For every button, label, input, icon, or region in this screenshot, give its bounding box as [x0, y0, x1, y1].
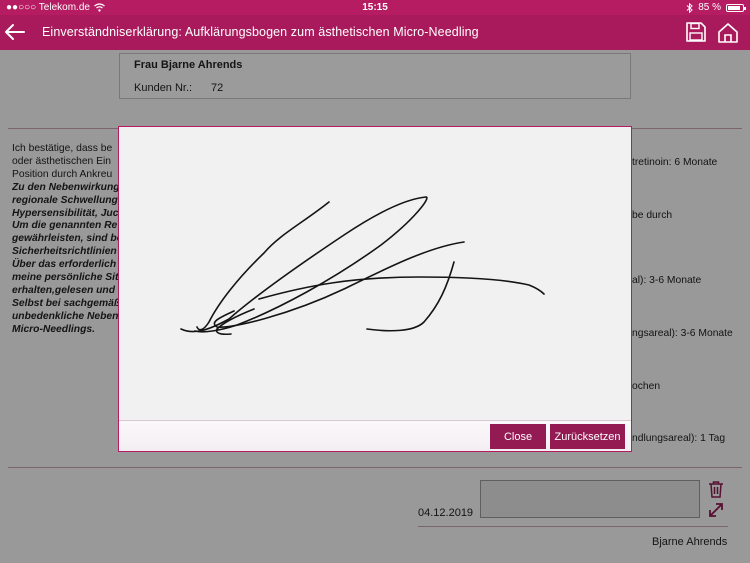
modal-footer: Close Zurücksetzen — [119, 420, 631, 451]
page-title: Einverständniserklärung: Aufklärungsboge… — [42, 25, 479, 39]
close-button[interactable]: Close — [490, 424, 546, 449]
title-bar: Einverständniserklärung: Aufklärungsboge… — [0, 15, 750, 50]
status-time: 15:15 — [362, 2, 388, 13]
reset-button[interactable]: Zurücksetzen — [550, 424, 625, 449]
status-right: 85 % — [686, 2, 746, 13]
home-icon — [718, 23, 738, 43]
status-bar: ●●○○○ Telekom.de 15:15 85 % — [0, 0, 750, 15]
save-button[interactable] — [685, 21, 707, 43]
signature-canvas[interactable] — [119, 127, 631, 420]
back-button[interactable] — [3, 20, 27, 44]
battery-icon — [726, 3, 746, 12]
battery-percent: 85 % — [698, 2, 721, 13]
save-icon — [686, 22, 706, 42]
home-button[interactable] — [716, 21, 740, 45]
back-arrow-icon — [5, 24, 25, 40]
signature-modal: Close Zurücksetzen — [118, 126, 632, 452]
bluetooth-icon — [686, 2, 693, 13]
